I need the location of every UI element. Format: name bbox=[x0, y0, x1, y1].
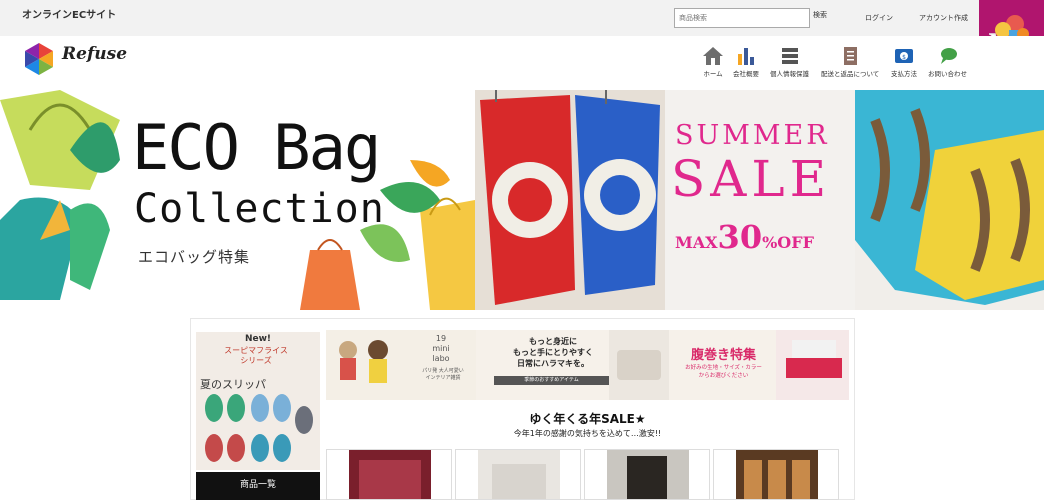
logo[interactable]: Refuse bbox=[22, 42, 127, 78]
banner-summer-sale[interactable]: SUMMER SALE MAX30%OFF bbox=[665, 90, 855, 310]
nav-label: お問い合わせ bbox=[928, 70, 967, 78]
towels-photo bbox=[475, 90, 665, 310]
haramaki-photo bbox=[609, 330, 669, 400]
sale-subheading: 今年1年の感謝の気持ちを込めて…激安!! bbox=[513, 429, 662, 438]
nav-privacy[interactable]: 個人情報保護 bbox=[770, 46, 809, 78]
slippers-photo bbox=[205, 394, 313, 462]
banner-blanket[interactable] bbox=[855, 90, 1044, 310]
max-suffix: %OFF bbox=[762, 233, 814, 252]
max-prefix: MAX bbox=[675, 233, 718, 252]
sale-heading: ゆく年くる年SALE★ bbox=[529, 412, 646, 426]
home-icon bbox=[703, 47, 723, 65]
series-label: スーピマフライス シリーズ bbox=[224, 346, 288, 365]
nav-label: 配送と返品について bbox=[821, 70, 880, 78]
feature-title: 腹巻き特集 bbox=[690, 348, 756, 363]
product-card[interactable] bbox=[713, 449, 839, 500]
new-label: New! bbox=[244, 334, 272, 344]
hero-banner[interactable]: ECO Bag Collection エコバッグ特集 SUMMER SALE M… bbox=[0, 90, 1044, 310]
nav-home[interactable]: ホーム bbox=[702, 46, 724, 78]
nav-label: 支払方法 bbox=[891, 70, 917, 78]
product-card[interactable] bbox=[326, 449, 452, 500]
document-icon bbox=[844, 47, 858, 65]
product-image bbox=[478, 450, 560, 499]
chat-icon bbox=[940, 48, 957, 64]
nav-label: 会社概要 bbox=[733, 70, 759, 78]
minilabo-brand: 19 mini labo bbox=[406, 334, 476, 364]
product-image bbox=[349, 450, 431, 499]
nav-company[interactable]: 会社概要 bbox=[733, 46, 759, 78]
ecobag-subtitle: Collection bbox=[134, 186, 385, 232]
nav-contact[interactable]: お問い合わせ bbox=[928, 46, 967, 78]
logo-mark-icon bbox=[25, 43, 53, 75]
nav-shipping[interactable]: 配送と返品について bbox=[821, 46, 879, 78]
nav-payment[interactable]: $ 支払方法 bbox=[891, 46, 917, 78]
search-input[interactable] bbox=[674, 8, 810, 28]
top-bar: オンラインECサイト 検索 ログイン アカウント作成 bbox=[0, 0, 1044, 36]
feature-sub: お好みの生地・サイズ・カラー からお選びください bbox=[685, 365, 762, 379]
ecobag-japanese: エコバッグ特集 bbox=[138, 248, 251, 266]
search-button[interactable]: 検索 bbox=[813, 10, 827, 20]
svg-text:$: $ bbox=[902, 54, 906, 61]
bar-chart-icon bbox=[738, 48, 754, 65]
nav-label: ホーム bbox=[703, 70, 723, 78]
ecobag-title: ECO Bag bbox=[132, 111, 381, 184]
product-image bbox=[607, 450, 689, 499]
slipper-promo[interactable]: New! スーピマフライス シリーズ 夏のスリッパ bbox=[196, 332, 320, 470]
logo-text: Refuse bbox=[62, 44, 128, 64]
banner-towels[interactable] bbox=[475, 90, 665, 310]
signup-link[interactable]: アカウント作成 bbox=[919, 13, 968, 23]
banner-ecobag[interactable]: ECO Bag Collection エコバッグ特集 bbox=[0, 90, 475, 310]
promo-strip[interactable]: 19 mini labo パリ発 大人可愛い インテリア雑貨 もっと身近に もっ… bbox=[326, 330, 849, 400]
product-card[interactable] bbox=[455, 449, 581, 500]
site-name[interactable]: オンラインECサイト bbox=[22, 6, 116, 21]
max-off-label: MAX30%OFF bbox=[675, 218, 814, 256]
max-value: 30 bbox=[717, 218, 763, 256]
nav-label: 個人情報保護 bbox=[770, 70, 809, 78]
payment-icon: $ bbox=[895, 49, 913, 63]
haramaki-copy: もっと身近に もっと手にとりやすく 日常にハラマキを。 bbox=[513, 337, 593, 368]
header: Refuse ホーム 会社概要 個人情報保護 配送と返品について $ 支払方法 … bbox=[0, 36, 1044, 90]
product-card[interactable] bbox=[584, 449, 710, 500]
summer-label: SUMMER bbox=[675, 120, 830, 151]
haramaki-model-photo bbox=[776, 330, 849, 400]
minilabo-caption: パリ発 大人可愛い インテリア雑貨 bbox=[422, 368, 464, 381]
product-list-button[interactable]: 商品一覧 bbox=[196, 472, 320, 500]
login-link[interactable]: ログイン bbox=[865, 13, 893, 23]
sale-label: SALE bbox=[671, 150, 832, 208]
list-icon bbox=[781, 48, 798, 64]
blanket-photo bbox=[855, 90, 1044, 310]
haramaki-tag: 季節のおすすめアイテム bbox=[494, 376, 609, 385]
brand-number: 19 bbox=[435, 334, 447, 343]
brand-name: mini labo bbox=[432, 344, 450, 363]
product-image bbox=[736, 450, 818, 499]
